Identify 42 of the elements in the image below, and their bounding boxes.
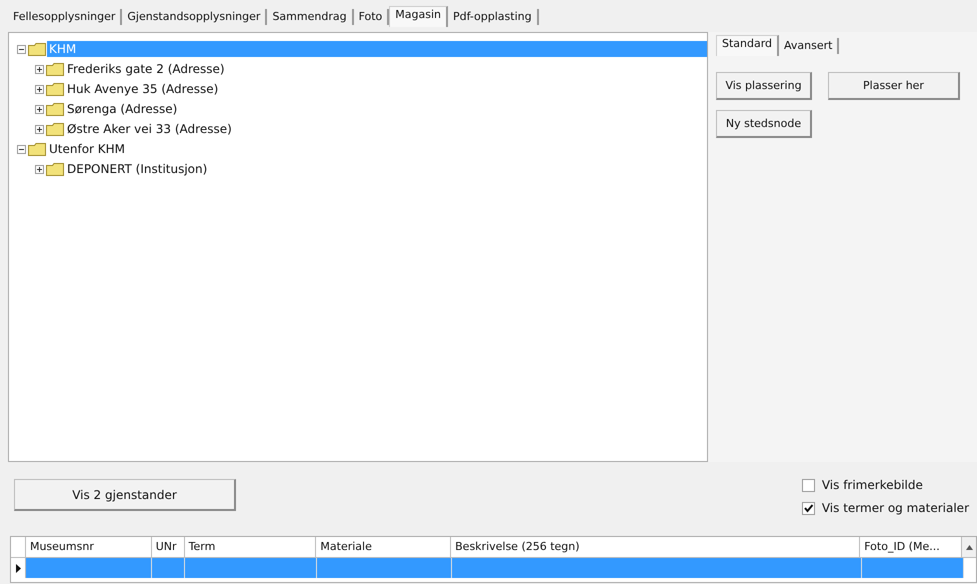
folder-icon <box>46 102 64 116</box>
column-header[interactable]: Term <box>184 537 316 557</box>
expander-icon[interactable] <box>35 84 46 94</box>
folder-icon <box>28 142 46 156</box>
tab[interactable]: Magasin <box>389 6 448 27</box>
tree-item[interactable]: Frederiks gate 2 (Adresse) <box>65 61 227 77</box>
show-items-button[interactable]: Vis 2 gjenstander <box>14 479 236 511</box>
tab[interactable]: Fellesopplysninger <box>8 9 122 25</box>
expander-icon[interactable] <box>17 44 28 54</box>
column-header[interactable]: Beskrivelse (256 tegn) <box>451 537 860 557</box>
expander-icon[interactable] <box>35 104 46 114</box>
place-here-button[interactable]: Plasser her <box>828 72 960 100</box>
folder-icon <box>46 62 64 76</box>
scroll-up-icon[interactable] <box>962 537 976 557</box>
tab[interactable]: Standard <box>716 35 780 56</box>
tab[interactable]: Avansert <box>779 38 840 54</box>
tab[interactable]: Pdf-opplasting <box>448 9 539 25</box>
tree-item[interactable]: Sørenga (Adresse) <box>65 101 180 117</box>
tab[interactable]: Sammendrag <box>267 9 354 25</box>
column-header[interactable]: Materiale <box>316 537 452 557</box>
column-header[interactable]: Museumsnr <box>26 537 152 557</box>
checkbox[interactable] <box>802 478 815 492</box>
checkbox-label: Vis frimerkebilde <box>822 478 923 492</box>
show-location-button[interactable]: Vis plassering <box>716 72 812 100</box>
folder-icon <box>46 82 64 96</box>
folder-icon <box>46 122 64 136</box>
expander-icon[interactable] <box>35 164 46 174</box>
row-pointer-icon <box>16 564 20 572</box>
folder-icon <box>28 42 46 56</box>
tree-item[interactable]: Utenfor KHM <box>47 141 128 157</box>
expander-icon[interactable] <box>35 64 46 74</box>
column-header[interactable]: UNr <box>152 537 185 557</box>
checkbox[interactable] <box>802 502 815 514</box>
folder-icon <box>46 162 64 176</box>
expander-icon[interactable] <box>17 144 28 154</box>
tab[interactable]: Gjenstandsopplysninger <box>122 9 268 25</box>
tree-item[interactable]: Østre Aker vei 33 (Adresse) <box>65 121 234 137</box>
tree-item[interactable]: DEPONERT (Institusjon) <box>65 161 210 177</box>
tree-item[interactable]: Huk Avenye 35 (Adresse) <box>65 81 220 97</box>
checkbox-label: Vis termer og materialer <box>822 501 969 515</box>
expander-icon[interactable] <box>35 124 46 134</box>
new-location-node-button[interactable]: Ny stedsnode <box>716 110 812 138</box>
